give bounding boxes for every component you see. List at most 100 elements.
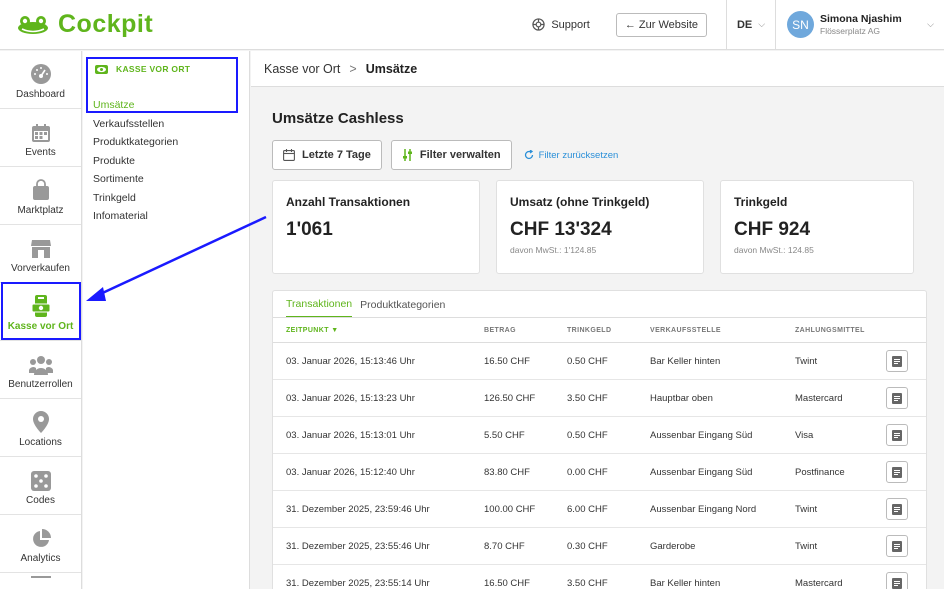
avatar: SN (787, 11, 814, 38)
calendar-icon (31, 124, 50, 142)
column-header-verkaufsstelle[interactable]: VERKAUFSSTELLE (650, 327, 795, 334)
nav-item-benutzerrollen[interactable]: Benutzerrollen (0, 341, 81, 399)
tab-bar: Transaktionen Produktkategorien (273, 291, 926, 318)
user-company: Flösserplatz AG (820, 26, 880, 36)
cell-trinkgeld: 0.30 CHF (567, 540, 608, 552)
tab-produktkategorien[interactable]: Produktkategorien (360, 299, 445, 317)
table-row[interactable]: 31. Dezember 2025, 23:55:46 Uhr 8.70 CHF 0… (273, 528, 926, 565)
nav-item-events[interactable]: Events (0, 109, 81, 167)
table-row[interactable]: 31. Dezember 2025, 23:55:14 Uhr 16.50 CHF… (273, 565, 926, 589)
receipt-button[interactable] (886, 572, 908, 589)
subnav-item-produktkategorien[interactable]: Produktkategorien (93, 133, 249, 152)
pie-chart-icon (32, 529, 51, 547)
column-header-zeitpunkt[interactable]: ZEITPUNKT ▼ (273, 327, 484, 334)
receipt-button[interactable] (886, 461, 908, 483)
date-range-button[interactable]: Letzte 7 Tage (272, 140, 382, 170)
sliders-icon (402, 149, 412, 161)
cell-betrag: 16.50 CHF (484, 577, 530, 589)
eye-money-icon (95, 64, 108, 74)
column-header-betrag[interactable]: BETRAG (484, 327, 567, 334)
main-nav: Dashboard Events Marktplatz Vorverkaufen (0, 51, 82, 589)
app-logo[interactable]: Cockpit (0, 0, 250, 50)
cell-zeitpunkt: 03. Januar 2026, 15:12:40 Uhr (286, 466, 415, 478)
nav-item-codes[interactable]: Codes (0, 457, 81, 515)
transactions-panel: Transaktionen Produktkategorien ZEITPUNK… (272, 290, 927, 589)
cell-verkaufsstelle: Aussenbar Eingang Süd (650, 429, 753, 441)
cell-zahlungsmittel: Twint (795, 503, 818, 515)
manage-filters-label: Filter verwalten (419, 149, 501, 161)
subnav-item-verkaufsstellen[interactable]: Verkaufsstellen (93, 115, 249, 134)
app-name: Cockpit (58, 10, 154, 38)
kpi-sub: davon MwSt.: 1'124.85 (510, 245, 597, 255)
subnav-item-umsaetze[interactable]: Umsätze (93, 96, 249, 115)
frog-logo-icon (18, 15, 48, 34)
subnav-item-trinkgeld[interactable]: Trinkgeld (93, 189, 249, 208)
sort-desc-icon: ▼ (331, 326, 339, 334)
calendar-icon (283, 149, 295, 161)
nav-item-vorverkaufen[interactable]: Vorverkaufen (0, 225, 81, 283)
cell-zahlungsmittel: Mastercard (795, 577, 843, 589)
cell-betrag: 16.50 CHF (484, 355, 530, 367)
breadcrumb-separator: > (349, 61, 357, 76)
nav-item-more[interactable] (0, 573, 81, 589)
cell-verkaufsstelle: Aussenbar Eingang Nord (650, 503, 757, 515)
shopping-bag-icon (32, 179, 49, 200)
cell-zeitpunkt: 03. Januar 2026, 15:13:23 Uhr (286, 392, 415, 404)
location-pin-icon (32, 411, 49, 433)
nav-label: Benutzerrollen (8, 379, 73, 390)
sub-nav: KASSE VOR ORT Umsätze Verkaufsstellen Pr… (83, 51, 250, 589)
subnav-item-infomaterial[interactable]: Infomaterial (93, 207, 249, 226)
language-value: DE (736, 18, 753, 31)
language-select[interactable]: DE ⌵ (726, 0, 776, 50)
table-row[interactable]: 03. Januar 2026, 15:13:46 Uhr 16.50 CHF 0.… (273, 343, 926, 380)
subnav-item-sortimente[interactable]: Sortimente (93, 170, 249, 189)
top-header: Cockpit Support ← Zur Website DE ⌵ SN Si… (0, 0, 944, 50)
payment-terminal-icon (31, 295, 50, 317)
cell-zahlungsmittel: Twint (795, 540, 818, 552)
manage-filters-button[interactable]: Filter verwalten (390, 140, 512, 170)
nav-item-locations[interactable]: Locations (0, 399, 81, 457)
receipt-button[interactable] (886, 535, 908, 557)
table-row[interactable]: 31. Dezember 2025, 23:59:46 Uhr 100.00 CH… (273, 491, 926, 528)
breadcrumb-parent[interactable]: Kasse vor Ort (264, 62, 340, 76)
column-header-trinkgeld[interactable]: TRINKGELD (567, 327, 650, 334)
list-icon (30, 576, 51, 578)
cell-trinkgeld: 3.50 CHF (567, 577, 608, 589)
cell-zeitpunkt: 31. Dezember 2025, 23:55:46 Uhr (286, 540, 430, 552)
website-button[interactable]: ← Zur Website (615, 12, 707, 37)
chevron-down-icon: ⌵ (927, 18, 934, 29)
reset-filters-label: Filter zurücksetzen (538, 149, 619, 161)
table-row[interactable]: 03. Januar 2026, 15:12:40 Uhr 83.80 CHF 0.… (273, 454, 926, 491)
nav-label: Locations (19, 437, 62, 448)
cell-trinkgeld: 3.50 CHF (567, 392, 608, 404)
column-header-zahlungsmittel[interactable]: ZAHLUNGSMITTEL (795, 327, 877, 334)
receipt-button[interactable] (886, 387, 908, 409)
receipt-button[interactable] (886, 424, 908, 446)
receipt-button[interactable] (886, 350, 908, 372)
chevron-down-icon: ⌵ (758, 19, 766, 29)
kpi-value: 1'061 (286, 219, 333, 240)
document-icon (892, 503, 902, 515)
nav-item-kasse-vor-ort[interactable]: Kasse vor Ort (0, 283, 81, 341)
user-menu[interactable]: SN Simona Njashim Flösserplatz AG ⌵ (776, 0, 944, 50)
nav-label: Analytics (20, 553, 61, 564)
nav-label: Vorverkaufen (11, 263, 70, 274)
document-icon (892, 466, 902, 478)
cell-trinkgeld: 0.00 CHF (567, 466, 608, 478)
nav-item-marktplatz[interactable]: Marktplatz (0, 167, 81, 225)
kpi-value: CHF 13'324 (510, 219, 612, 240)
support-link[interactable]: Support (532, 18, 590, 31)
cell-trinkgeld: 6.00 CHF (567, 503, 608, 515)
nav-label: Kasse vor Ort (7, 321, 74, 332)
cell-trinkgeld: 0.50 CHF (567, 429, 608, 441)
reset-filters-link[interactable]: Filter zurücksetzen (524, 149, 619, 161)
nav-item-analytics[interactable]: Analytics (0, 515, 81, 573)
table-row[interactable]: 03. Januar 2026, 15:13:23 Uhr 126.50 CHF 3… (273, 380, 926, 417)
cell-verkaufsstelle: Hauptbar oben (650, 392, 713, 404)
receipt-button[interactable] (886, 498, 908, 520)
subnav-item-produkte[interactable]: Produkte (93, 152, 249, 171)
table-row[interactable]: 03. Januar 2026, 15:13:01 Uhr 5.50 CHF 0.5… (273, 417, 926, 454)
tab-transaktionen[interactable]: Transaktionen (286, 298, 353, 317)
cell-zeitpunkt: 31. Dezember 2025, 23:55:14 Uhr (286, 577, 430, 589)
nav-item-dashboard[interactable]: Dashboard (0, 51, 81, 109)
